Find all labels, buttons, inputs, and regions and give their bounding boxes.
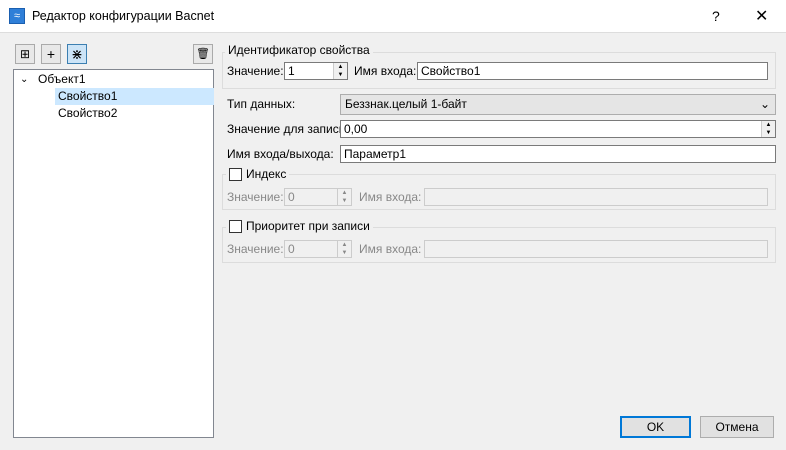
identifier-input-field[interactable]: Свойство1 (417, 62, 768, 80)
data-type-label: Тип данных: (227, 97, 296, 111)
tree-node-root[interactable]: Объект1 (38, 71, 86, 88)
input-label: Имя входа: (354, 64, 417, 78)
data-type-select[interactable]: Беззнак.целый 1-байт ⌄ (340, 94, 776, 115)
input-label: Имя входа: (359, 190, 422, 204)
index-value-spinbox[interactable]: 0 ▲ ▼ (284, 188, 352, 206)
help-button[interactable]: ? (712, 8, 720, 24)
tree-node-child[interactable]: Свойство1 (55, 88, 214, 105)
spin-arrows-icon[interactable]: ▲ ▼ (337, 241, 351, 257)
cancel-button[interactable]: Отмена (700, 416, 774, 438)
window-title: Редактор конфигурации Bacnet (32, 9, 215, 23)
value-label: Значение: (227, 64, 284, 78)
priority-value-spinbox[interactable]: 0 ▲ ▼ (284, 240, 352, 258)
value-label: Значение: (227, 190, 284, 204)
spin-arrows-icon[interactable]: ▲ ▼ (333, 63, 347, 79)
index-checkbox[interactable] (229, 167, 242, 181)
chevron-down-icon[interactable]: ⌄ (20, 71, 28, 88)
app-icon: ≈ (9, 8, 25, 24)
close-button[interactable]: ✕ (755, 6, 768, 26)
index-label: Индекс (246, 167, 287, 181)
ok-button[interactable]: OK (620, 416, 691, 438)
index-checkbox-row[interactable]: Индекс (226, 167, 290, 181)
object-tree[interactable]: ⌄ Объект1 Свойство1 Свойство2 (13, 69, 214, 438)
title-bar: ≈ Редактор конфигурации Bacnet ? ✕ (0, 0, 786, 33)
io-name-label: Имя входа/выхода: (227, 147, 334, 161)
data-type-value: Беззнак.целый 1-байт (345, 97, 467, 111)
identifier-value-spinbox[interactable]: 1 ▲ ▼ (284, 62, 348, 80)
priority-checkbox[interactable] (229, 219, 242, 233)
priority-checkbox-row[interactable]: Приоритет при записи (226, 219, 373, 233)
input-label: Имя входа: (359, 242, 422, 256)
spinbox-value: 0 (288, 190, 295, 204)
tree-node-child[interactable]: Свойство2 (55, 105, 117, 122)
add-folder-button[interactable]: ⊞ (15, 44, 35, 64)
write-value-label: Значение для записи: (227, 122, 349, 136)
chevron-down-icon: ⌄ (759, 97, 770, 111)
delete-button[interactable]: 🗑 (193, 44, 213, 64)
add-button[interactable]: + (41, 44, 61, 64)
spinbox-value: 0,00 (344, 122, 368, 136)
io-name-field[interactable]: Параметр1 (340, 145, 776, 163)
spinbox-value: 1 (288, 64, 295, 78)
collapse-button[interactable]: ⋇ (67, 44, 87, 64)
value-label: Значение: (227, 242, 284, 256)
identifier-legend: Идентификатор свойства (225, 43, 373, 57)
write-value-spinbox[interactable]: 0,00 ▲ ▼ (340, 120, 776, 138)
spinbox-value: 0 (288, 242, 295, 256)
priority-label: Приоритет при записи (246, 219, 370, 233)
priority-input-field[interactable] (424, 240, 768, 258)
index-input-field[interactable] (424, 188, 768, 206)
spin-arrows-icon[interactable]: ▲ ▼ (761, 121, 775, 137)
spin-arrows-icon[interactable]: ▲ ▼ (337, 189, 351, 205)
